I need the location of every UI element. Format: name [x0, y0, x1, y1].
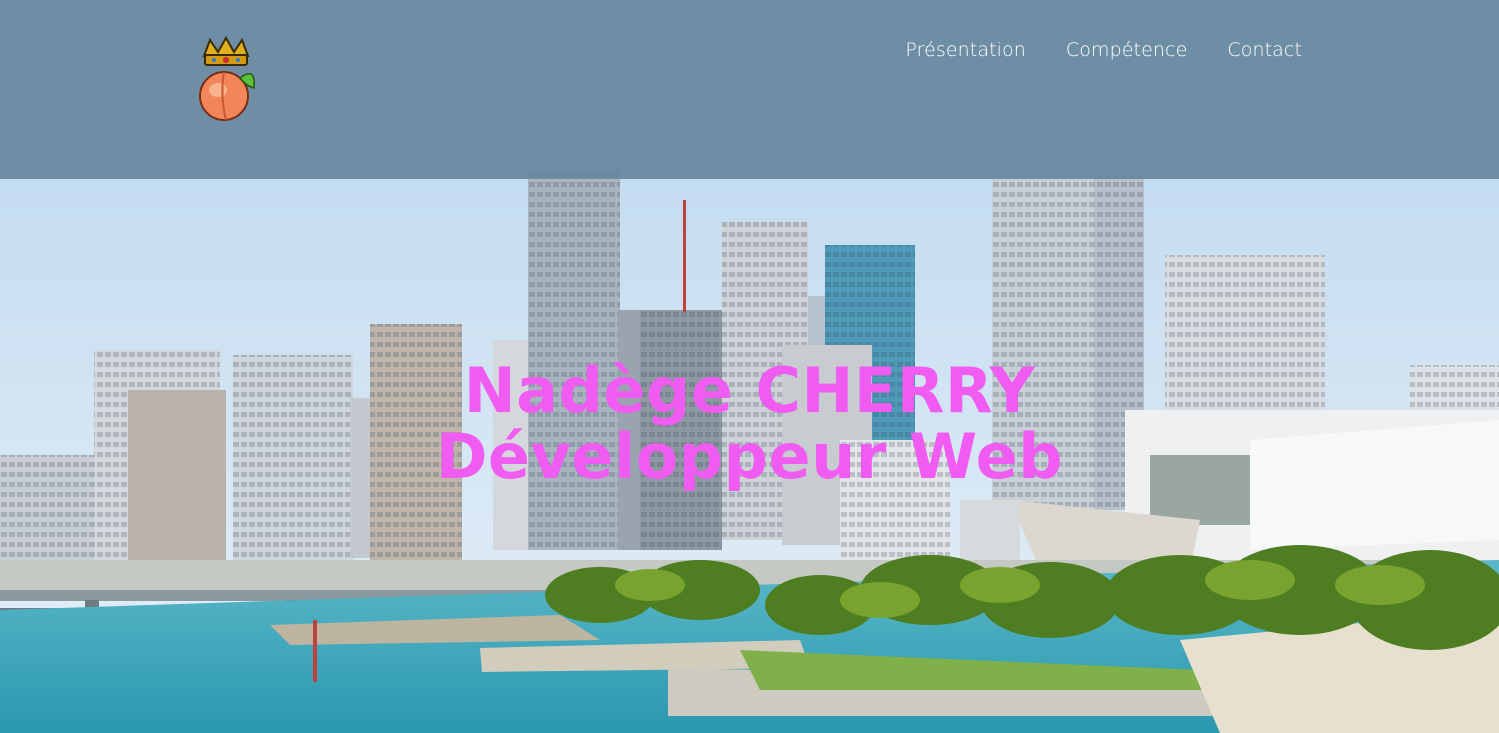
- hero-name: Nadège CHERRY: [463, 354, 1036, 427]
- nav-link-presentation[interactable]: Présentation: [905, 38, 1026, 62]
- site-header: Présentation Compétence Contact: [0, 0, 1499, 179]
- crowned-peach-icon: [199, 35, 255, 121]
- nav-link-competence[interactable]: Compétence: [1066, 38, 1187, 62]
- hero-role: Développeur Web: [435, 420, 1064, 493]
- main-nav: Présentation Compétence Contact: [905, 38, 1302, 62]
- logo-link[interactable]: [196, 35, 258, 124]
- nav-link-contact[interactable]: Contact: [1227, 38, 1302, 62]
- hero-title: Nadège CHERRY Développeur Web: [0, 358, 1499, 490]
